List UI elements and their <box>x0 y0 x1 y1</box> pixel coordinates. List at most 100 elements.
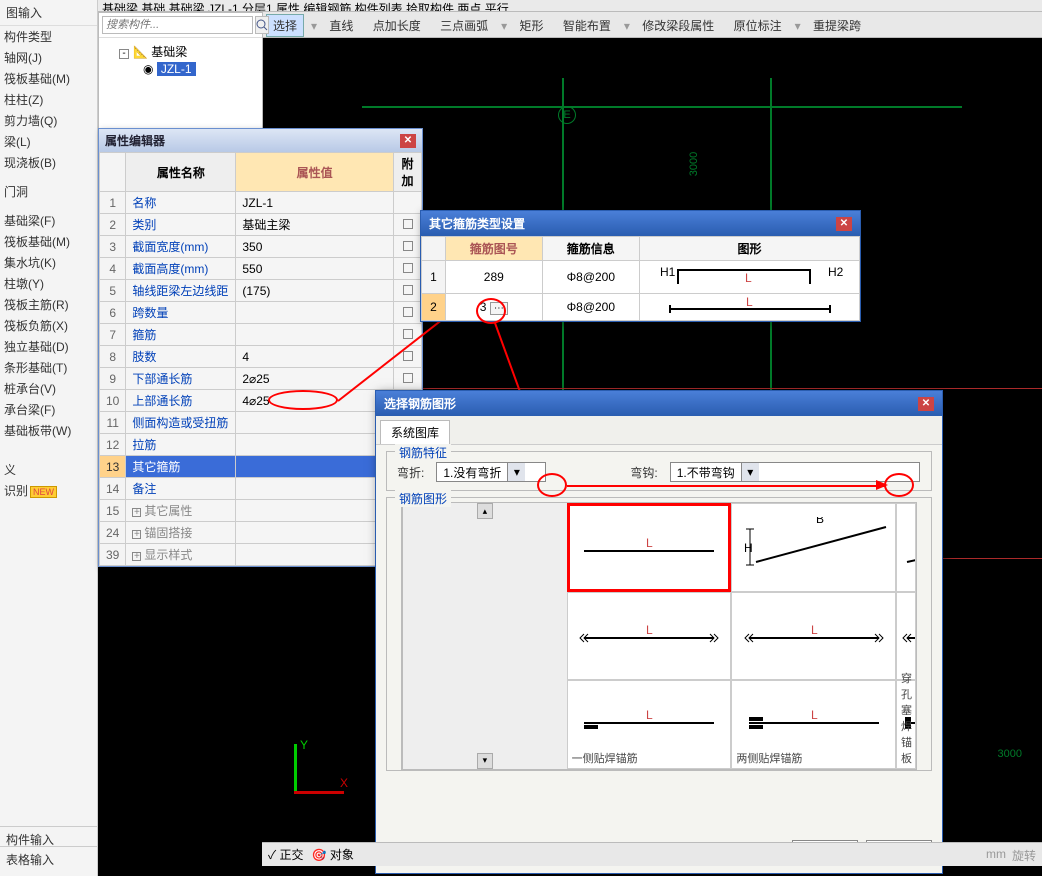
property-row[interactable]: 10上部通长筋4⌀25 <box>100 390 422 412</box>
sidebar-item[interactable]: 剪力墙(Q) <box>0 110 97 131</box>
sidebar-item[interactable]: 桩承台(V) <box>0 378 97 399</box>
checkbox-icon[interactable] <box>403 373 413 383</box>
property-row[interactable]: 8肢数4 <box>100 346 422 368</box>
sidebar-item[interactable]: 基础梁(F) <box>0 210 97 231</box>
shape-option-3[interactable]: L <box>896 503 916 592</box>
property-row[interactable]: 14备注 <box>100 478 422 500</box>
shape-option-8[interactable]: L 两侧贴焊锚筋 <box>731 680 896 769</box>
checkbox-icon[interactable] <box>403 285 413 295</box>
shape-option-4[interactable]: L <box>567 592 732 681</box>
sidebar-item[interactable]: 梁(L) <box>0 131 97 152</box>
property-value[interactable] <box>236 434 394 456</box>
cell-info[interactable]: Φ8@200 <box>542 294 639 321</box>
property-attach[interactable] <box>394 214 422 236</box>
cell-number[interactable]: 289 <box>446 261 543 294</box>
checkbox-icon[interactable] <box>403 241 413 251</box>
property-attach[interactable] <box>394 346 422 368</box>
search-input[interactable] <box>102 16 253 34</box>
property-row[interactable]: 7箍筋 <box>100 324 422 346</box>
sidebar-item[interactable]: 柱柱(Z) <box>0 89 97 110</box>
property-row[interactable]: 3截面宽度(mm)350 <box>100 236 422 258</box>
property-row[interactable]: 4截面高度(mm)550 <box>100 258 422 280</box>
tree-item-selected[interactable]: ◉ JZL-1 <box>103 61 258 77</box>
property-value[interactable] <box>236 544 394 566</box>
property-attach[interactable] <box>394 302 422 324</box>
sidebar-item[interactable]: 筏板基础(M) <box>0 68 97 89</box>
shape-option-1[interactable]: L <box>567 503 732 592</box>
sidebar-item[interactable]: 基础板带(W) <box>0 420 97 441</box>
property-value[interactable] <box>236 456 394 478</box>
property-value[interactable]: (175) <box>236 280 394 302</box>
tree-root[interactable]: -📐 基础梁 <box>103 42 258 61</box>
property-row[interactable]: 1名称JZL-1 <box>100 192 422 214</box>
tool-smart-layout[interactable]: 智能布置 <box>557 15 617 36</box>
table-row[interactable]: 1 289 Φ8@200 H1 L H2 <box>422 261 860 294</box>
property-value[interactable]: 550 <box>236 258 394 280</box>
cell-info[interactable]: Φ8@200 <box>542 261 639 294</box>
property-attach[interactable] <box>394 258 422 280</box>
chevron-down-icon[interactable]: ▾ <box>507 463 525 481</box>
sidebar-item[interactable]: 筏板主筋(R) <box>0 294 97 315</box>
tool-in-place-label[interactable]: 原位标注 <box>728 15 788 36</box>
checkbox-icon[interactable] <box>403 351 413 361</box>
property-row[interactable]: 12拉筋 <box>100 434 422 456</box>
sidebar-item[interactable]: 承台梁(F) <box>0 399 97 420</box>
tool-refresh-span[interactable]: 重提梁跨 <box>807 15 867 36</box>
property-value[interactable]: 基础主梁 <box>236 214 394 236</box>
sidebar-item[interactable]: 现浇板(B) <box>0 152 97 173</box>
search-button[interactable] <box>255 16 269 34</box>
property-attach[interactable] <box>394 192 422 214</box>
sidebar-item[interactable]: 筏板负筋(X) <box>0 315 97 336</box>
expand-icon[interactable]: + <box>132 508 141 517</box>
checkbox-icon[interactable] <box>403 307 413 317</box>
ortho-toggle[interactable]: ✓ 正交 <box>268 846 304 863</box>
shape-option-5[interactable]: L <box>731 592 896 681</box>
property-value[interactable]: JZL-1 <box>236 192 394 214</box>
sidebar-item[interactable]: 集水坑(K) <box>0 252 97 273</box>
property-row[interactable]: 11侧面构造或受扭筋 <box>100 412 422 434</box>
expand-icon[interactable]: + <box>132 552 141 561</box>
sidebar-item[interactable]: 柱墩(Y) <box>0 273 97 294</box>
property-value[interactable] <box>236 522 394 544</box>
sidebar-item[interactable]: 构件类型 <box>0 26 97 47</box>
property-value[interactable]: 4 <box>236 346 394 368</box>
stirrup-dialog-title-bar[interactable]: 其它箍筋类型设置 ✕ <box>421 211 860 236</box>
close-icon[interactable]: ✕ <box>400 134 416 148</box>
shape-option-9[interactable]: L 穿孔塞焊锚板 <box>896 680 916 769</box>
shape-option-6[interactable]: L <box>896 592 916 681</box>
shape-option-2[interactable]: BH <box>731 503 896 592</box>
close-icon[interactable]: ✕ <box>918 397 934 411</box>
tool-arc[interactable]: 三点画弧 <box>434 15 494 36</box>
sidebar-item[interactable]: 独立基础(D) <box>0 336 97 357</box>
property-value[interactable] <box>236 412 394 434</box>
tool-point-length[interactable]: 点加长度 <box>367 15 427 36</box>
cell-shape[interactable]: L <box>640 294 860 321</box>
property-attach[interactable] <box>394 368 422 390</box>
tool-edit-beam-props[interactable]: 修改梁段属性 <box>636 15 720 36</box>
expand-icon[interactable]: + <box>132 530 141 539</box>
property-row[interactable]: 15+其它属性 <box>100 500 422 522</box>
sidebar-footer-2[interactable]: 表格输入 <box>0 846 97 872</box>
tool-line[interactable]: 直线 <box>323 15 359 36</box>
property-value[interactable]: 350 <box>236 236 394 258</box>
sidebar-item[interactable]: 门洞 <box>0 181 97 202</box>
property-value[interactable] <box>236 478 394 500</box>
checkbox-icon[interactable] <box>403 263 413 273</box>
checkbox-icon[interactable] <box>403 219 413 229</box>
tool-select[interactable]: 选择 <box>266 14 304 37</box>
tool-rect[interactable]: 矩形 <box>514 15 550 36</box>
property-value[interactable]: 2⌀25 <box>236 368 394 390</box>
scroll-up-icon[interactable]: ▴ <box>477 503 493 519</box>
shape-option-7[interactable]: L 一侧贴焊锚筋 <box>567 680 732 769</box>
scroll-down-icon[interactable]: ▾ <box>477 753 493 769</box>
bend-select[interactable]: 1.没有弯折 ▾ <box>436 462 546 482</box>
property-editor-title-bar[interactable]: 属性编辑器 ✕ <box>99 129 422 152</box>
checkbox-icon[interactable] <box>403 329 413 339</box>
cell-shape[interactable]: H1 L H2 <box>640 261 860 294</box>
property-row[interactable]: 24+锚固搭接 <box>100 522 422 544</box>
chevron-down-icon[interactable]: ▾ <box>741 463 759 481</box>
property-row[interactable]: 39+显示样式 <box>100 544 422 566</box>
property-value[interactable] <box>236 500 394 522</box>
hook-select[interactable]: 1.不带弯钩 ▾ <box>670 462 920 482</box>
property-attach[interactable] <box>394 280 422 302</box>
